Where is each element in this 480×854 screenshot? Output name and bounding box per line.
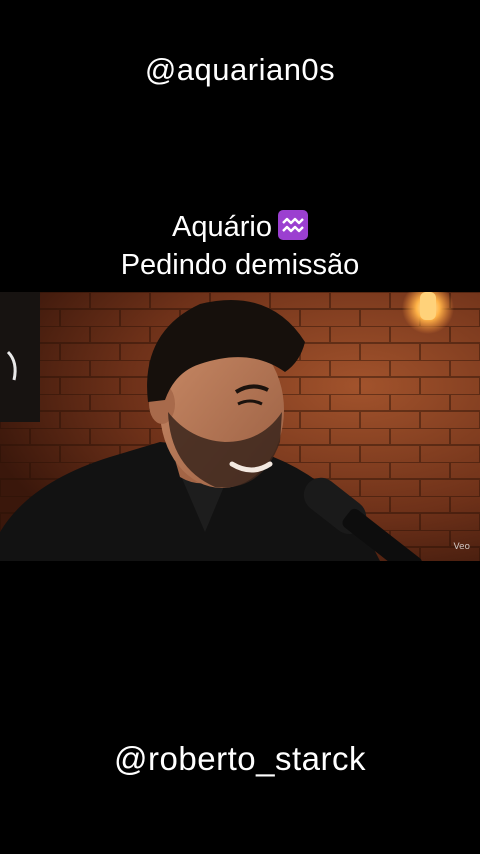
caption-line-1: Aquário — [0, 208, 480, 246]
bottom-username-handle: @roberto_starck — [114, 740, 366, 777]
caption-line-2: Pedindo demissão — [120, 249, 360, 281]
video-still-image — [0, 292, 480, 561]
caption: Aquário Pedindo demissão — [0, 208, 480, 284]
caption-sign-name: Aquário — [172, 211, 272, 243]
video-frame[interactable]: Veo — [0, 292, 480, 561]
video-watermark: Veo — [453, 542, 470, 552]
top-username-handle: @aquarian0s — [144, 52, 336, 87]
aquarius-symbol-icon — [277, 210, 308, 240]
